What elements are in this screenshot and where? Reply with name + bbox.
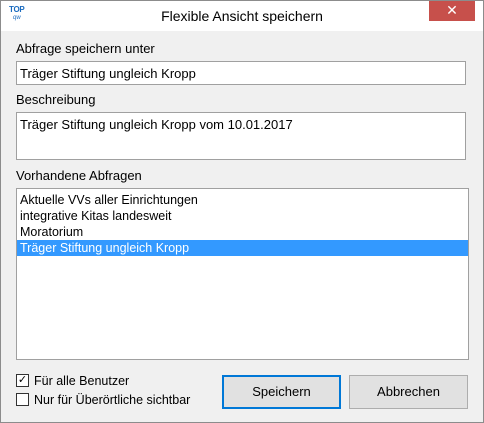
all-users-option[interactable]: ✓ Für alle Benutzer (16, 373, 129, 389)
window-title: Flexible Ansicht speichern (161, 8, 323, 24)
list-item[interactable]: integrative Kitas landesweit (17, 208, 468, 224)
cancel-button[interactable]: Abbrechen (349, 375, 468, 409)
all-users-label: Für alle Benutzer (34, 374, 130, 388)
list-item[interactable]: Aktuelle VVs aller Einrichtungen (17, 192, 468, 208)
supra-local-label: Nur für Überörtliche sichtbar (34, 393, 191, 407)
existing-queries-label: Vorhandene Abfragen (16, 168, 142, 183)
save-as-label: Abfrage speichern unter (16, 41, 155, 56)
title-bar[interactable]: TOP qw Flexible Ansicht speichern ✕ (1, 1, 483, 31)
description-textarea[interactable]: Träger Stiftung ungleich Kropp vom 10.01… (16, 112, 466, 160)
close-icon: ✕ (446, 2, 458, 18)
save-as-input[interactable]: Träger Stiftung ungleich Kropp (16, 61, 466, 85)
description-label: Beschreibung (16, 92, 96, 107)
supra-local-option[interactable]: Nur für Überörtliche sichtbar (16, 392, 190, 408)
list-item[interactable]: Moratorium (17, 224, 468, 240)
save-button[interactable]: Speichern (222, 375, 341, 409)
close-button[interactable]: ✕ (429, 1, 475, 21)
existing-queries-list[interactable]: Aktuelle VVs aller Einrichtungen integra… (16, 188, 469, 360)
supra-local-checkbox[interactable] (16, 393, 29, 407)
list-item-selected[interactable]: Träger Stiftung ungleich Kropp (17, 240, 468, 256)
dialog-window: TOP qw Flexible Ansicht speichern ✕ Abfr… (0, 0, 484, 423)
all-users-checkbox[interactable]: ✓ (16, 374, 29, 388)
